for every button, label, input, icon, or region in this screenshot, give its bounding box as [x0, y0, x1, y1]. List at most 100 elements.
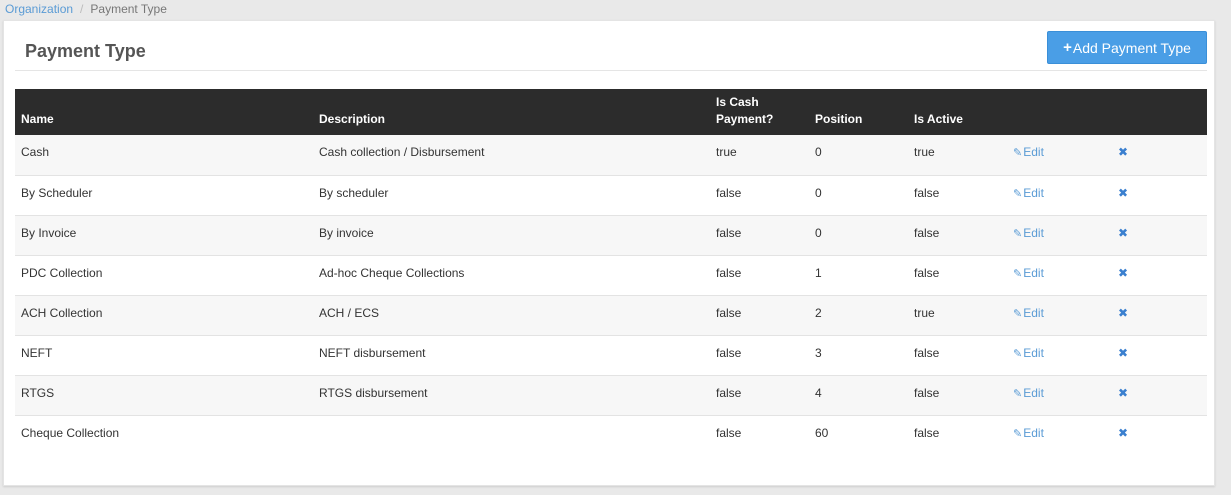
cell-edit: ✎Edit: [1007, 335, 1108, 375]
cell-edit: ✎Edit: [1007, 375, 1108, 415]
breadcrumb-organization-link[interactable]: Organization: [5, 2, 73, 16]
cell-is-active: false: [914, 265, 940, 280]
edit-icon: ✎: [1013, 387, 1023, 400]
cell-description: By scheduler: [319, 185, 389, 200]
cell-name: By Scheduler: [21, 185, 93, 200]
cell-description: Cash collection / Disbursement: [319, 145, 485, 159]
cell-edit: ✎Edit: [1007, 135, 1108, 175]
column-header-position[interactable]: Position: [809, 89, 908, 135]
cell-is-cash-payment: false: [716, 265, 742, 280]
table-body: Cash Cash collection / Disbursement true 0 t…: [15, 135, 1207, 455]
cell-is-active: false: [914, 425, 940, 440]
cell-is-active: true: [914, 145, 935, 159]
column-header-is-cash-line2: Payment?: [716, 112, 774, 126]
edit-button[interactable]: ✎Edit: [1013, 386, 1044, 400]
cell-name: Cash: [21, 145, 50, 159]
add-payment-type-label: Add Payment Type: [1072, 39, 1191, 56]
payment-type-table: Name Description Is Cash Payment? Positio…: [15, 89, 1207, 455]
cell-edit: ✎Edit: [1007, 255, 1108, 295]
cell-delete: ✖: [1108, 375, 1207, 415]
edit-label: Edit: [1023, 345, 1044, 360]
breadcrumb: Organization / Payment Type: [5, 2, 167, 18]
edit-label: Edit: [1023, 305, 1044, 320]
cell-delete: ✖: [1108, 415, 1207, 455]
column-header-description[interactable]: Description: [313, 89, 710, 135]
edit-button[interactable]: ✎Edit: [1013, 145, 1044, 159]
edit-icon: ✎: [1013, 267, 1023, 280]
cell-description: NEFT disbursement: [319, 345, 426, 360]
table-row: By Scheduler By scheduler false 0 false ✎Edit…: [15, 175, 1207, 215]
cell-description: ACH / ECS: [319, 305, 380, 320]
cell-is-cash-payment: false: [716, 225, 742, 240]
cell-is-cash-payment: false: [716, 345, 742, 360]
cell-description: Ad-hoc Cheque Collections: [319, 265, 465, 280]
cell-description: RTGS disbursement: [319, 385, 428, 400]
cell-is-cash-payment: false: [716, 385, 742, 400]
cell-name: PDC Collection: [21, 265, 103, 280]
cell-position: 0: [815, 185, 822, 200]
cell-delete: ✖: [1108, 175, 1207, 215]
cell-delete: ✖: [1108, 335, 1207, 375]
delete-icon[interactable]: ✖: [1118, 426, 1128, 440]
cell-position: 4: [815, 385, 822, 400]
cell-description: [313, 415, 710, 455]
table-row: PDC Collection Ad-hoc Cheque Collections f…: [15, 255, 1207, 295]
delete-icon[interactable]: ✖: [1118, 266, 1128, 280]
edit-button[interactable]: ✎Edit: [1013, 266, 1044, 280]
cell-position: 2: [815, 305, 822, 320]
edit-label: Edit: [1023, 145, 1044, 159]
delete-icon[interactable]: ✖: [1118, 386, 1128, 400]
cell-edit: ✎Edit: [1007, 175, 1108, 215]
edit-button[interactable]: ✎Edit: [1013, 306, 1044, 320]
edit-icon: ✎: [1013, 307, 1023, 320]
cell-position: 0: [815, 145, 822, 159]
cell-name: RTGS: [21, 385, 55, 400]
add-payment-type-button[interactable]: + Add Payment Type: [1047, 31, 1207, 64]
cell-is-cash-payment: false: [716, 305, 742, 320]
cell-is-active: false: [914, 345, 940, 360]
cell-name: By Invoice: [21, 225, 77, 240]
delete-icon[interactable]: ✖: [1118, 346, 1128, 360]
cell-position: 0: [815, 225, 822, 240]
delete-icon[interactable]: ✖: [1118, 226, 1128, 240]
cell-delete: ✖: [1108, 215, 1207, 255]
edit-button[interactable]: ✎Edit: [1013, 346, 1044, 360]
delete-icon[interactable]: ✖: [1118, 186, 1128, 200]
edit-icon: ✎: [1013, 427, 1023, 440]
cell-delete: ✖: [1108, 255, 1207, 295]
page-title: Payment Type: [25, 41, 146, 61]
cell-delete: ✖: [1108, 295, 1207, 335]
delete-icon[interactable]: ✖: [1118, 306, 1128, 320]
column-header-name[interactable]: Name: [15, 89, 313, 135]
edit-label: Edit: [1023, 425, 1044, 440]
edit-label: Edit: [1023, 225, 1044, 240]
edit-label: Edit: [1023, 265, 1044, 280]
table-row: NEFT NEFT disbursement false 3 false ✎Edit ✖: [15, 335, 1207, 375]
cell-delete: ✖: [1108, 135, 1207, 175]
cell-is-cash-payment: true: [716, 145, 737, 159]
cell-edit: ✎Edit: [1007, 295, 1108, 335]
column-header-is-cash-line1: Is Cash: [716, 95, 759, 109]
cell-is-active: true: [914, 305, 935, 320]
edit-label: Edit: [1023, 385, 1044, 400]
cell-is-active: false: [914, 185, 940, 200]
breadcrumb-separator: /: [80, 2, 84, 16]
column-header-is-active[interactable]: Is Active: [908, 89, 1007, 135]
table-header-row: Name Description Is Cash Payment? Positio…: [15, 89, 1207, 135]
plus-icon: +: [1063, 39, 1072, 56]
cell-edit: ✎Edit: [1007, 215, 1108, 255]
delete-icon[interactable]: ✖: [1118, 145, 1128, 159]
column-header-is-cash-payment[interactable]: Is Cash Payment?: [710, 89, 809, 135]
edit-button[interactable]: ✎Edit: [1013, 426, 1044, 440]
edit-button[interactable]: ✎Edit: [1013, 226, 1044, 240]
edit-label: Edit: [1023, 185, 1044, 200]
table-row: Cash Cash collection / Disbursement true 0 t…: [15, 135, 1207, 175]
cell-is-active: false: [914, 225, 940, 240]
table-row: RTGS RTGS disbursement false 4 false ✎Edit ✖: [15, 375, 1207, 415]
cell-name: NEFT: [21, 345, 53, 360]
cell-name: ACH Collection: [21, 305, 103, 320]
cell-is-cash-payment: false: [716, 185, 742, 200]
table-row: ACH Collection ACH / ECS false 2 true ✎Edit ✖: [15, 295, 1207, 335]
cell-edit: ✎Edit: [1007, 415, 1108, 455]
edit-button[interactable]: ✎Edit: [1013, 186, 1044, 200]
